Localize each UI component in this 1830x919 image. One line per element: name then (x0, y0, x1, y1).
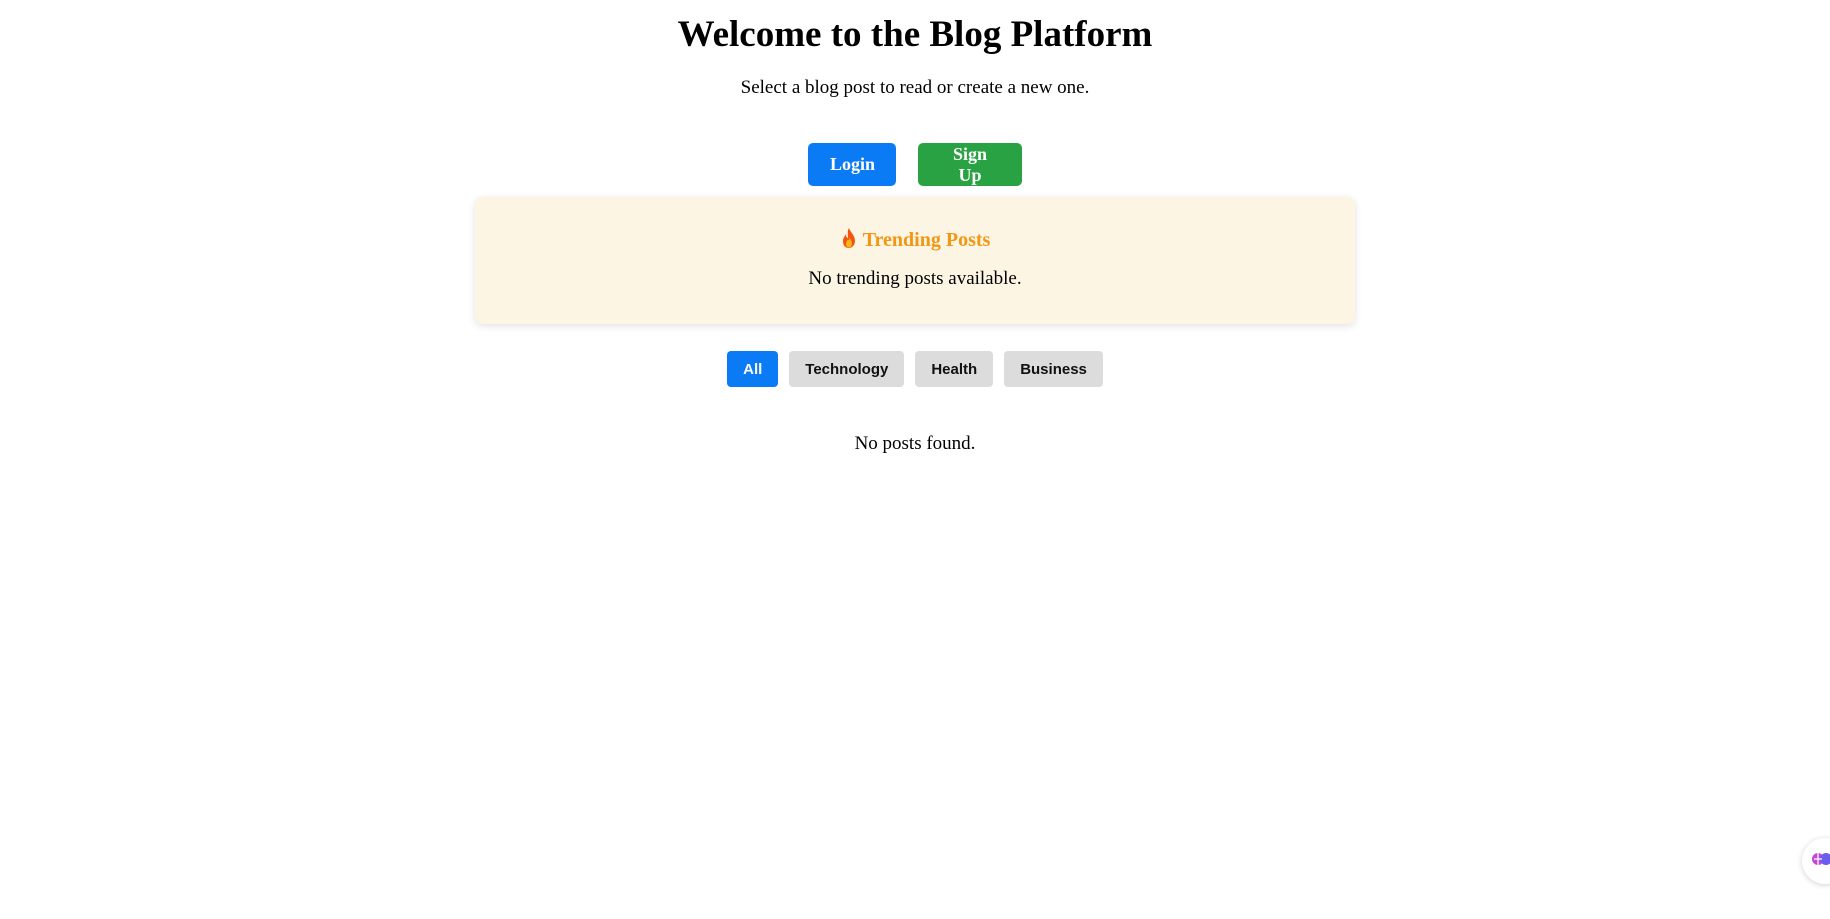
signup-button[interactable]: Sign Up (918, 143, 1022, 186)
trending-empty-message: No trending posts available. (808, 268, 1022, 289)
fire-icon (840, 227, 858, 249)
filter-health-button[interactable]: Health (915, 351, 994, 387)
trending-title: Trending Posts (862, 229, 991, 251)
assistant-icon (1812, 849, 1830, 874)
category-filters: All Technology Health Business (0, 351, 1830, 387)
page: Welcome to the Blog Platform Select a bl… (0, 0, 1830, 919)
page-subtitle: Select a blog post to read or create a n… (740, 77, 1090, 98)
assistant-button[interactable] (1802, 838, 1830, 884)
page-title: Welcome to the Blog Platform (677, 14, 1153, 55)
filter-business-button[interactable]: Business (1004, 351, 1103, 387)
login-button[interactable]: Login (808, 143, 896, 186)
trending-heading: Trending Posts (475, 227, 1355, 252)
posts-empty-message: No posts found. (854, 433, 976, 454)
filter-technology-button[interactable]: Technology (789, 351, 905, 387)
trending-panel: Trending Posts No trending posts availab… (475, 197, 1355, 324)
auth-buttons: Login Sign Up (0, 143, 1830, 186)
filter-all-button[interactable]: All (727, 351, 779, 387)
